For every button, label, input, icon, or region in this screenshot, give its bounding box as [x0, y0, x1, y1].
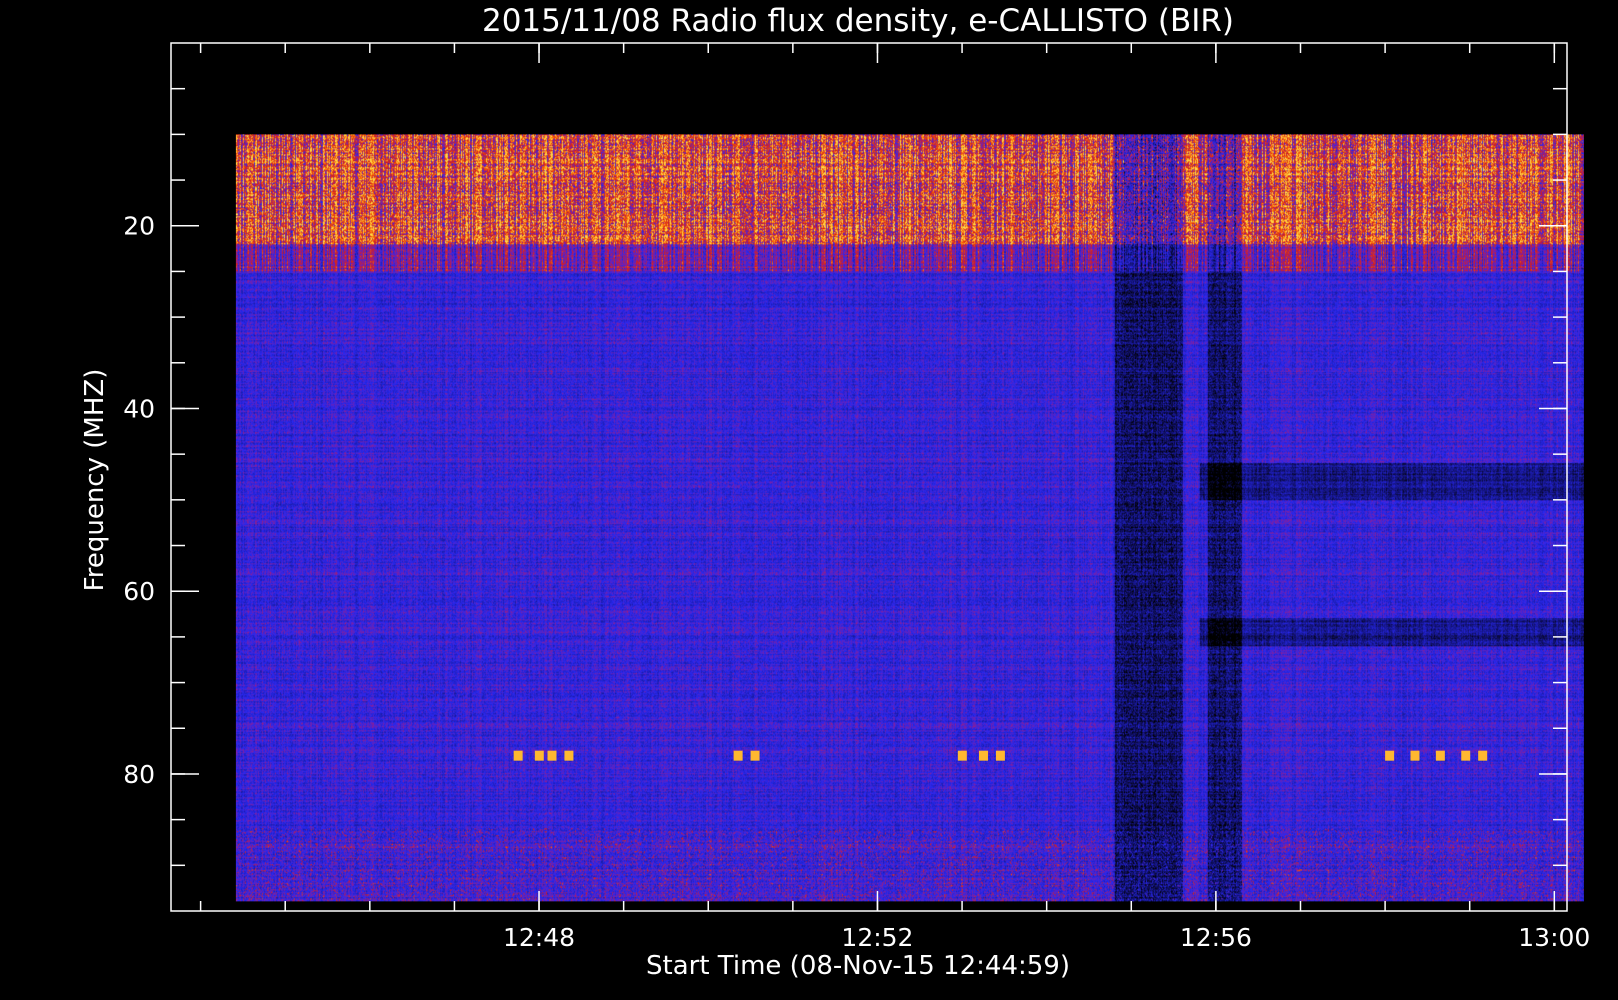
spectrogram-heatmap: [235, 134, 1584, 902]
x-tick-label: 13:00: [1518, 923, 1590, 952]
burst-mark: [978, 750, 988, 761]
burst-mark: [750, 750, 760, 761]
burst-mark: [1478, 750, 1488, 761]
y-tick-label: 20: [123, 212, 155, 241]
burst-mark: [733, 750, 743, 761]
x-tick-label: 12:48: [503, 923, 575, 952]
x-axis-label: Start Time (08-Nov-15 12:44:59): [646, 951, 1070, 981]
spectrogram-chart: 12:48 12:52 12:56 13:00 20 40 60 80 2015/11/08 …: [0, 0, 1618, 1000]
burst-mark: [564, 750, 574, 761]
burst-mark: [995, 750, 1005, 761]
burst-mark: [547, 750, 557, 761]
burst-mark: [513, 750, 523, 761]
burst-mark: [534, 750, 544, 761]
y-tick-label: 40: [123, 394, 155, 423]
y-tick-label: 60: [123, 577, 155, 606]
chart-title: 2015/11/08 Radio flux density, e-CALLIST…: [482, 3, 1234, 39]
x-tick-label: 12:52: [841, 923, 913, 952]
burst-mark: [957, 750, 967, 761]
y-axis-label: Frequency (MHZ): [80, 369, 110, 592]
burst-mark: [1410, 750, 1420, 761]
y-tick-label: 80: [123, 760, 155, 789]
burst-mark: [1385, 750, 1395, 761]
burst-mark: [1435, 750, 1445, 761]
spectrogram-image: [235, 134, 1584, 902]
burst-mark: [1461, 750, 1471, 761]
x-tick-label: 12:56: [1180, 923, 1252, 952]
